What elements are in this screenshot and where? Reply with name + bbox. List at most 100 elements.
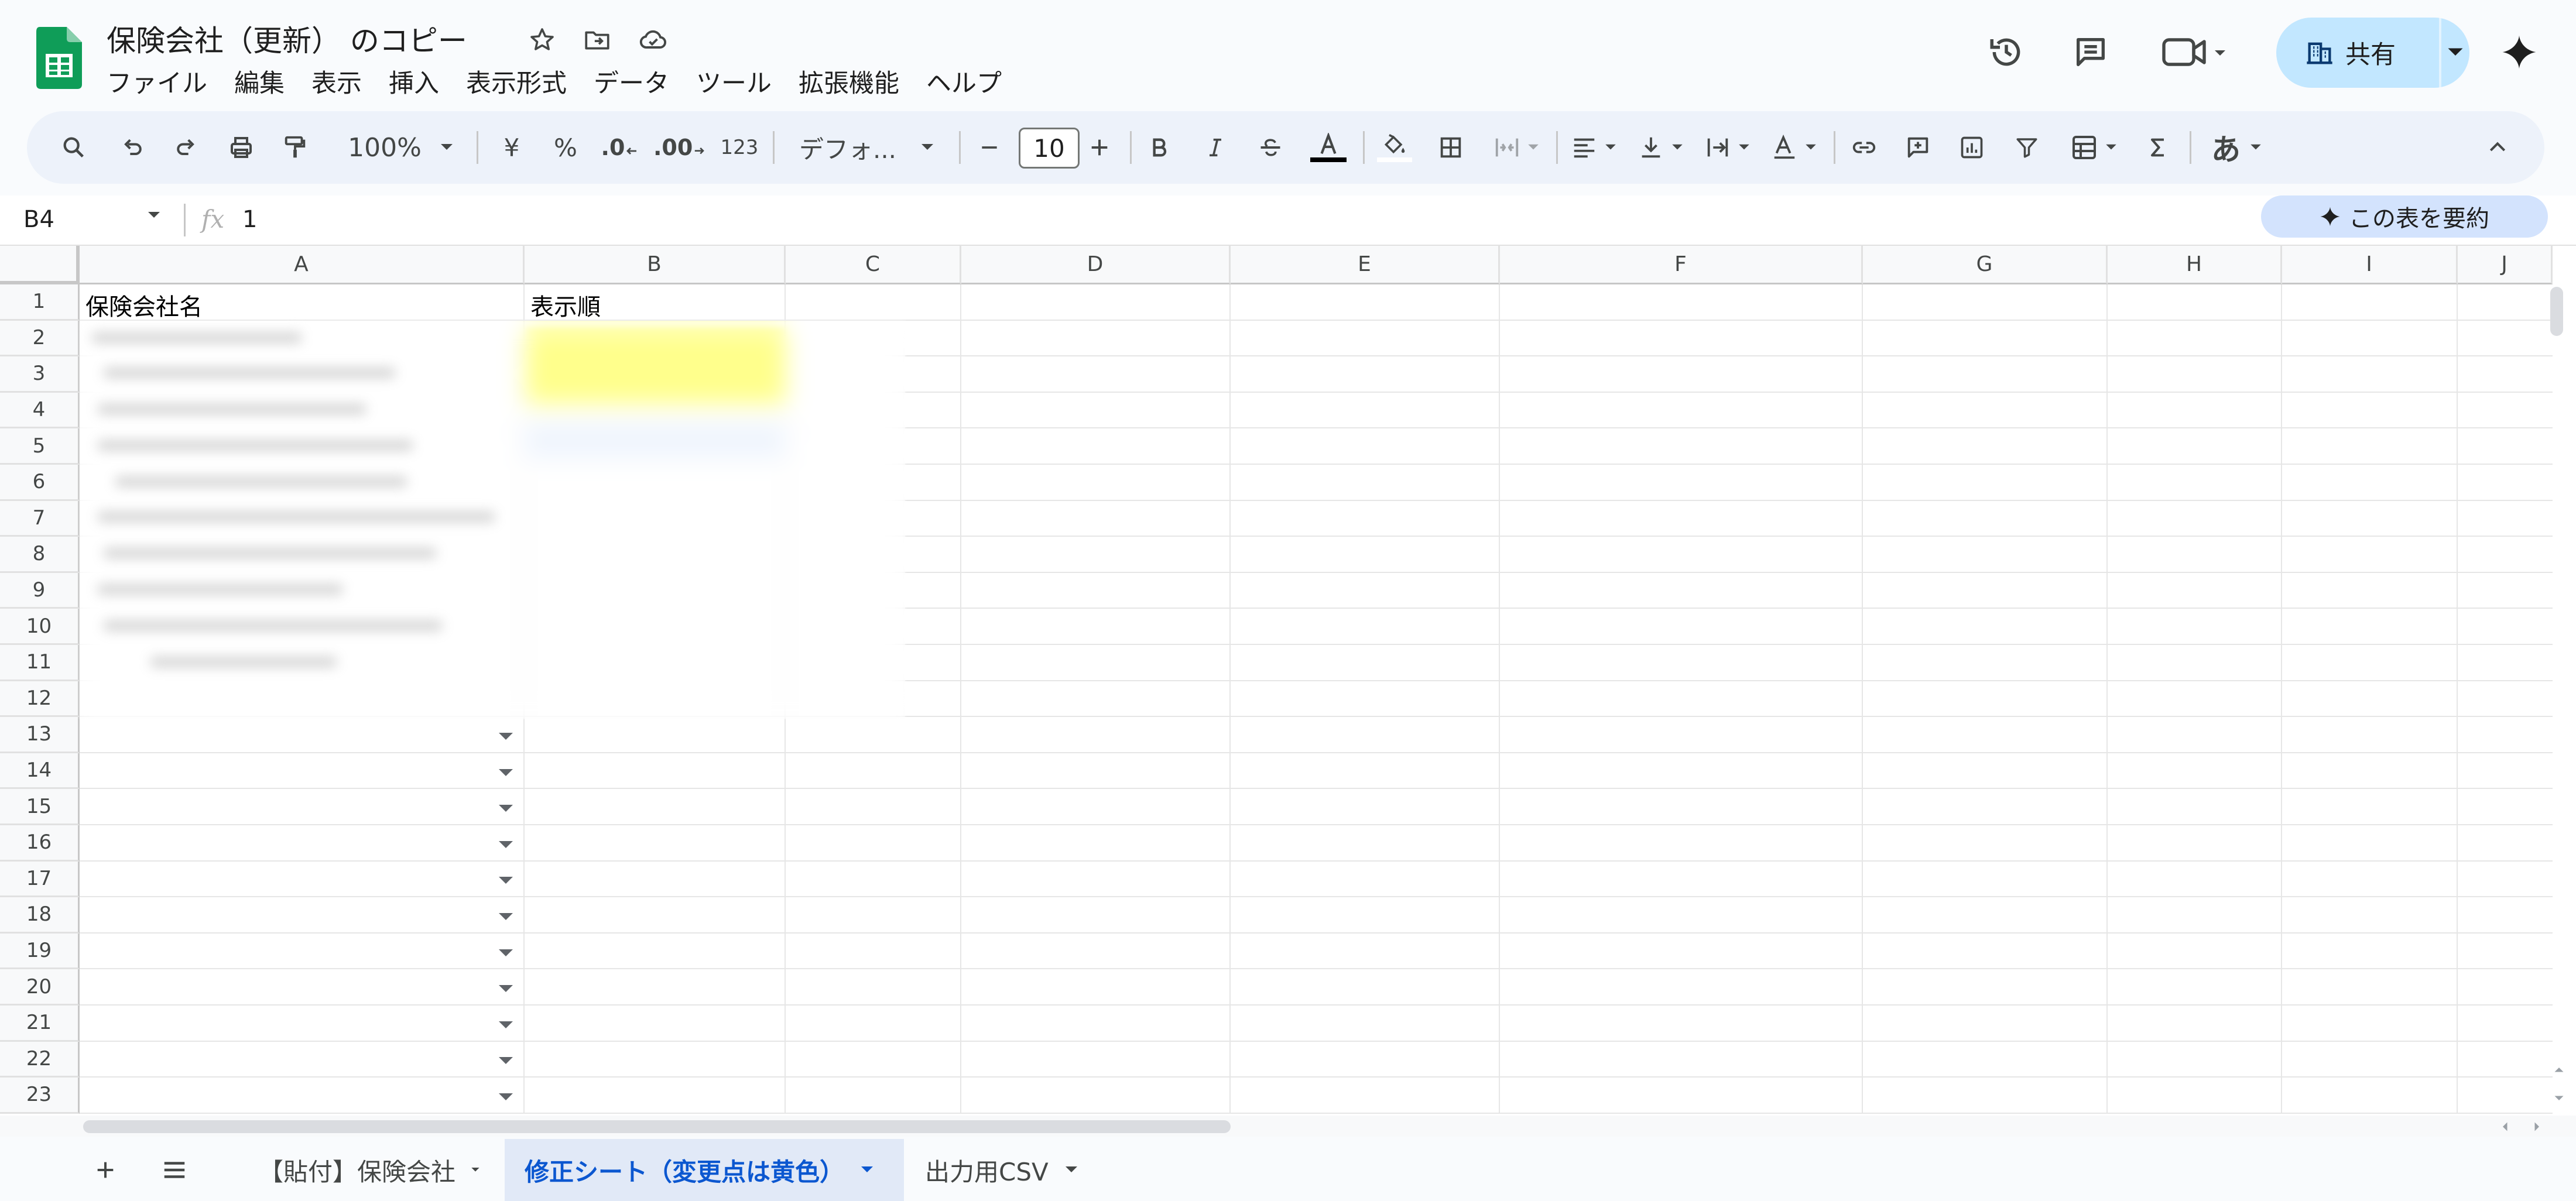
- select-all-corner[interactable]: [0, 246, 80, 284]
- zoom-select[interactable]: 100%: [334, 111, 468, 184]
- undo-icon[interactable]: [109, 111, 156, 184]
- row-header-9[interactable]: 9: [0, 572, 80, 609]
- font-size-increase-button[interactable]: [1076, 111, 1123, 184]
- column-header-f[interactable]: F: [1500, 246, 1863, 284]
- font-size-decrease-button[interactable]: [966, 111, 1013, 184]
- menu-edit[interactable]: 編集: [234, 63, 299, 99]
- collapse-toolbar-icon[interactable]: [2474, 111, 2521, 184]
- caret-down-icon[interactable]: [146, 211, 162, 220]
- italic-icon[interactable]: [1192, 111, 1239, 184]
- dropdown-chip-arrow-icon[interactable]: [499, 1021, 513, 1028]
- menu-format[interactable]: 表示形式: [466, 63, 581, 99]
- dropdown-chip-arrow-icon[interactable]: [499, 768, 513, 776]
- caret-down-icon[interactable]: [859, 1165, 875, 1175]
- column-header-a[interactable]: A: [80, 246, 525, 284]
- row-header-10[interactable]: 10: [0, 609, 80, 645]
- dropdown-chip-arrow-icon[interactable]: [499, 840, 513, 848]
- insert-chart-icon[interactable]: [1948, 111, 1995, 184]
- print-icon[interactable]: [218, 111, 265, 184]
- meet-video-icon[interactable]: [2154, 26, 2236, 78]
- menu-tools[interactable]: ツール: [696, 63, 786, 99]
- row-header-4[interactable]: 4: [0, 392, 80, 429]
- dropdown-chip-arrow-icon[interactable]: [499, 913, 513, 920]
- row-header-7[interactable]: 7: [0, 500, 80, 537]
- formula-input[interactable]: 1: [242, 206, 257, 233]
- dropdown-chip-arrow-icon[interactable]: [499, 805, 513, 812]
- row-header-15[interactable]: 15: [0, 789, 80, 825]
- table-views-button[interactable]: [2062, 111, 2126, 184]
- row-header-17[interactable]: 17: [0, 861, 80, 898]
- share-button[interactable]: 共有: [2276, 18, 2469, 88]
- menu-insert[interactable]: 挿入: [389, 63, 453, 99]
- vertical-align-button[interactable]: [1629, 111, 1693, 184]
- row-header-20[interactable]: 20: [0, 969, 80, 1006]
- text-rotation-button[interactable]: [1762, 111, 1827, 184]
- menu-view[interactable]: 表示: [311, 63, 376, 99]
- dropdown-chip-arrow-icon[interactable]: [499, 1057, 513, 1065]
- star-icon[interactable]: [525, 22, 560, 57]
- paint-format-icon[interactable]: [272, 111, 318, 184]
- cell-b1[interactable]: 表示順: [530, 288, 601, 322]
- dropdown-chip-arrow-icon[interactable]: [499, 877, 513, 884]
- row-header-6[interactable]: 6: [0, 465, 80, 501]
- comments-icon[interactable]: [2064, 26, 2117, 78]
- cell-a1[interactable]: 保険会社名: [85, 288, 203, 322]
- sheets-logo-icon[interactable]: [36, 27, 82, 89]
- row-header-14[interactable]: 14: [0, 753, 80, 790]
- menu-help[interactable]: ヘルプ: [926, 63, 1016, 99]
- summarize-table-button[interactable]: この表を要約: [2261, 195, 2548, 238]
- gemini-sparkle-icon[interactable]: [2493, 26, 2546, 78]
- column-header-j[interactable]: J: [2458, 246, 2553, 284]
- document-title[interactable]: 保険会社（更新） のコピー: [107, 18, 467, 60]
- dropdown-chip-arrow-icon[interactable]: [499, 1093, 513, 1100]
- cloud-saved-icon[interactable]: [636, 22, 671, 57]
- row-header-13[interactable]: 13: [0, 717, 80, 753]
- share-main[interactable]: 共有: [2276, 18, 2439, 88]
- version-history-icon[interactable]: [1980, 26, 2033, 78]
- column-header-i[interactable]: I: [2282, 246, 2458, 284]
- dropdown-chip-arrow-icon[interactable]: [499, 949, 513, 956]
- text-wrapping-button[interactable]: [1695, 111, 1760, 184]
- row-header-2[interactable]: 2: [0, 320, 80, 357]
- text-color-button[interactable]: [1302, 111, 1355, 184]
- row-header-12[interactable]: 12: [0, 681, 80, 718]
- horizontal-scrollbar[interactable]: [83, 1120, 1231, 1133]
- column-header-h[interactable]: H: [2108, 246, 2282, 284]
- row-header-11[interactable]: 11: [0, 645, 80, 681]
- dropdown-chip-arrow-icon[interactable]: [499, 733, 513, 740]
- redo-icon[interactable]: [163, 111, 210, 184]
- add-sheet-icon[interactable]: [82, 1139, 129, 1201]
- dropdown-chip-arrow-icon[interactable]: [499, 985, 513, 993]
- caret-down-icon[interactable]: [471, 1165, 480, 1175]
- strikethrough-icon[interactable]: [1247, 111, 1294, 184]
- column-header-d[interactable]: D: [961, 246, 1231, 284]
- bold-icon[interactable]: [1136, 111, 1183, 184]
- scroll-right-icon[interactable]: [2533, 1121, 2542, 1132]
- all-sheets-menu-icon[interactable]: [151, 1139, 198, 1201]
- scroll-left-icon[interactable]: [2500, 1121, 2509, 1132]
- insert-link-icon[interactable]: [1841, 111, 1888, 184]
- row-header-16[interactable]: 16: [0, 825, 80, 862]
- menu-data[interactable]: データ: [594, 63, 683, 99]
- font-family-select[interactable]: デフォ...: [782, 111, 952, 184]
- currency-format-button[interactable]: ¥: [488, 111, 535, 184]
- column-header-g[interactable]: G: [1863, 246, 2108, 284]
- vertical-scrollbar[interactable]: [2550, 287, 2563, 336]
- font-size-input[interactable]: 10: [1019, 128, 1080, 169]
- borders-icon[interactable]: [1427, 111, 1474, 184]
- row-header-8[interactable]: 8: [0, 537, 80, 573]
- horizontal-align-button[interactable]: [1562, 111, 1626, 184]
- menu-extensions[interactable]: 拡張機能: [799, 63, 913, 99]
- row-header-19[interactable]: 19: [0, 933, 80, 970]
- row-header-21[interactable]: 21: [0, 1006, 80, 1042]
- caret-down-icon[interactable]: [1064, 1165, 1079, 1175]
- search-menus-icon[interactable]: [50, 111, 97, 184]
- move-folder-icon[interactable]: [580, 22, 615, 57]
- column-header-b[interactable]: B: [525, 246, 786, 284]
- number-format-button[interactable]: 123: [713, 111, 766, 184]
- sheet-tab-paste-insurers[interactable]: 【貼付】保険会社: [239, 1139, 500, 1201]
- row-header-5[interactable]: 5: [0, 428, 80, 465]
- column-header-c[interactable]: C: [786, 246, 961, 284]
- row-header-22[interactable]: 22: [0, 1041, 80, 1078]
- column-header-e[interactable]: E: [1231, 246, 1500, 284]
